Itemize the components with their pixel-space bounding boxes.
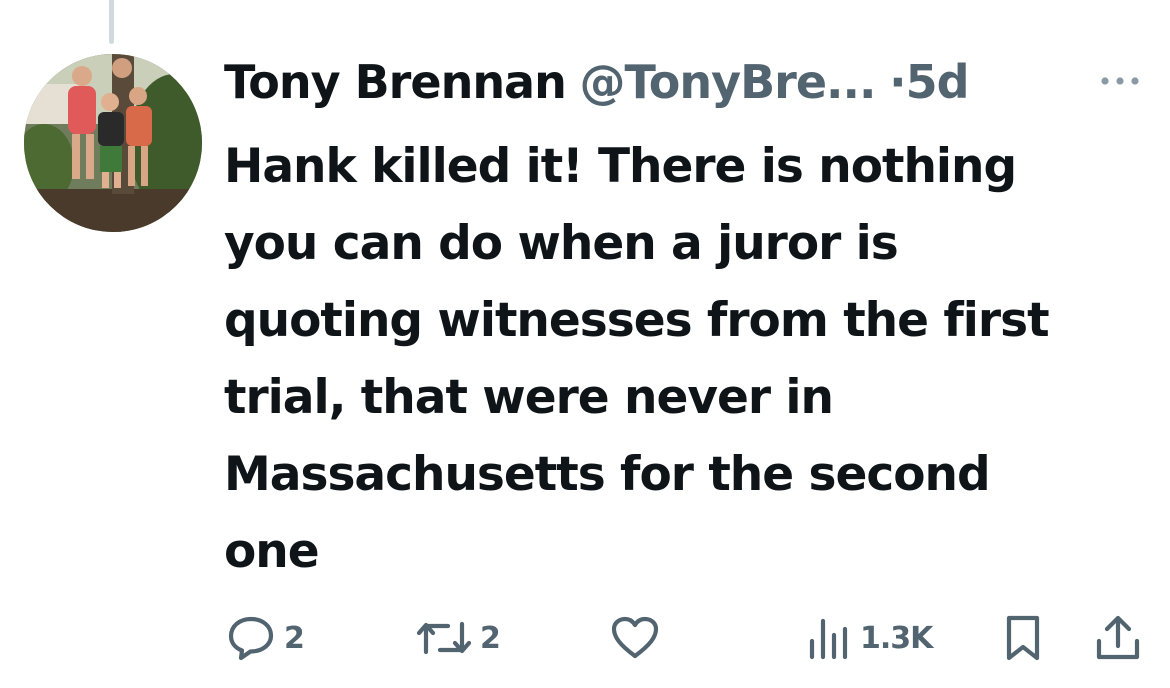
header-separator: ·	[889, 55, 907, 109]
bar-chart-icon	[809, 618, 848, 660]
repost-button[interactable]: 2	[416, 606, 501, 670]
author-avatar[interactable]	[24, 54, 202, 232]
heart-icon	[611, 616, 659, 659]
more-options-button[interactable]	[1096, 66, 1144, 96]
bookmark-icon	[1006, 615, 1040, 661]
reply-count: 2	[284, 620, 305, 656]
tweet-text-line: one	[224, 524, 320, 579]
repost-arrows-icon	[416, 621, 472, 655]
tweet-text-line: you can do when a juror is	[224, 216, 899, 271]
reply-button[interactable]: 2	[226, 606, 305, 670]
views-count: 1.3K	[860, 620, 933, 656]
repost-count: 2	[480, 620, 501, 656]
like-button[interactable]	[610, 606, 668, 670]
tweet-text: Hank killed it! There is nothing you can…	[224, 128, 1144, 590]
tweet-timestamp[interactable]: 5d	[906, 55, 970, 109]
share-button[interactable]	[1094, 606, 1142, 670]
more-horizontal-icon	[1101, 77, 1139, 85]
tweet-text-line: Massachusetts for the second	[224, 447, 991, 502]
share-upload-icon	[1096, 615, 1140, 660]
thread-connector-line	[109, 0, 114, 44]
bookmark-button[interactable]	[1002, 606, 1044, 670]
tweet-text-line: quoting witnesses from the first	[224, 293, 1050, 348]
views-button[interactable]: 1.3K	[806, 606, 933, 670]
tweet-action-bar: 2 2 1.3K	[0, 606, 1170, 670]
reply-bubble-icon	[228, 616, 274, 661]
author-name[interactable]: Tony Brennan	[224, 55, 567, 109]
tweet-text-line: Hank killed it! There is nothing	[224, 139, 1017, 194]
tweet-text-line: trial, that were never in	[224, 370, 834, 425]
author-handle[interactable]: @TonyBre...	[579, 55, 876, 109]
tweet-header: Tony Brennan @TonyBre... ·5d	[224, 50, 1104, 114]
avatar-photo	[24, 54, 202, 232]
